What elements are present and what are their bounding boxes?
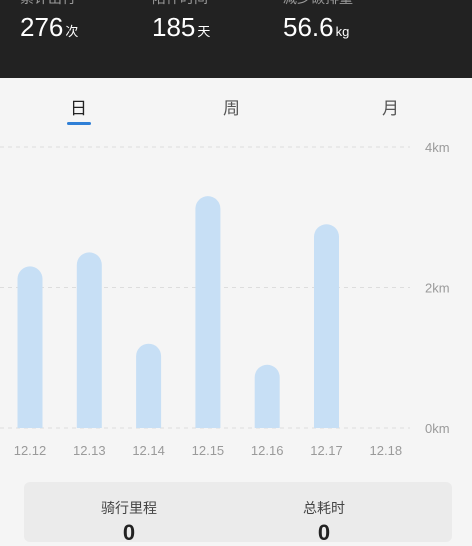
summary-distance-label: 骑行里程 [101, 500, 157, 516]
stat-days-value: 185 [152, 12, 196, 42]
bar[interactable] [136, 343, 162, 428]
bar[interactable] [254, 364, 280, 428]
summary-duration-label: 总耗时 [303, 500, 345, 516]
x-tick-label: 12.16 [251, 443, 284, 458]
stat-trips-unit: 次 [65, 24, 79, 39]
active-tab-indicator [67, 122, 91, 125]
x-tick-label: 12.12 [14, 443, 47, 458]
stat-carbon-unit: kg [335, 24, 350, 39]
bar[interactable] [314, 224, 339, 428]
summary-distance-value: 0 [122, 520, 136, 545]
stat-days-unit: 天 [197, 24, 211, 39]
summary-card: 骑行里程 0 总耗时 0 [24, 482, 452, 545]
period-tabs: 日 周 月 [0, 78, 472, 134]
stat-trips-label: 累计出行 [20, 0, 76, 8]
bar[interactable] [76, 252, 102, 428]
summary-duration-value: 0 [317, 520, 331, 545]
tab-day[interactable]: 日 [70, 94, 87, 119]
y-tick-label: 4km [425, 140, 450, 155]
x-tick-label: 12.17 [310, 443, 343, 458]
tab-week[interactable]: 周 [223, 94, 240, 119]
stat-carbon-label: 减少碳排量 [283, 0, 353, 8]
y-tick-label: 2km [425, 281, 450, 296]
tab-month[interactable]: 月 [382, 94, 399, 119]
bar[interactable] [195, 196, 221, 428]
bar[interactable] [17, 266, 43, 428]
x-tick-label: 12.14 [132, 443, 165, 458]
stat-carbon-value: 56.6 [283, 12, 334, 42]
stat-trips-value: 276 [20, 12, 64, 42]
daily-distance-chart: 0km 2km 4km 12.12 12.13 12.14 12.15 12.16 12.17 1… [0, 140, 450, 458]
x-tick-label: 12.18 [370, 443, 403, 458]
stat-days-label: 陪伴时间 [152, 0, 208, 8]
x-tick-label: 12.13 [73, 443, 106, 458]
stats-header: 累计出行 276次 陪伴时间 185天 减少碳排量 56.6kg [0, 0, 472, 78]
x-tick-label: 12.15 [192, 443, 225, 458]
y-tick-label: 0km [425, 421, 450, 436]
